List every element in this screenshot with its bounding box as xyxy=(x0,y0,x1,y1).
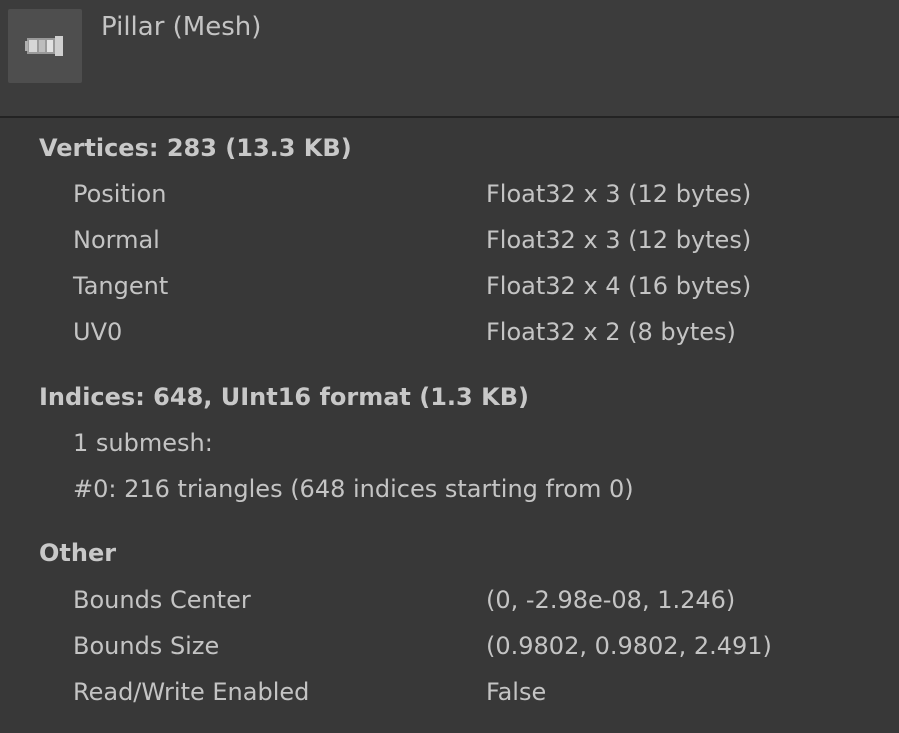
mesh-preview-icon xyxy=(25,36,63,56)
vertex-attr-label-normal: Normal xyxy=(73,226,160,254)
other-label-read-write: Read/Write Enabled xyxy=(73,678,310,706)
asset-title: Pillar (Mesh) xyxy=(101,12,262,42)
vertex-attr-label-uv0: UV0 xyxy=(73,318,123,346)
submesh-count: 1 submesh: xyxy=(73,429,213,457)
other-label-bounds-center: Bounds Center xyxy=(73,586,251,614)
other-section-title: Other xyxy=(39,539,117,567)
vertex-attr-value-position: Float32 x 3 (12 bytes) xyxy=(486,180,752,208)
vertex-attr-label-tangent: Tangent xyxy=(73,272,169,300)
mesh-thumbnail xyxy=(8,9,82,83)
inspector-header: Pillar (Mesh) xyxy=(0,0,899,118)
vertices-section-title: Vertices: 283 (13.3 KB) xyxy=(39,134,352,162)
other-value-read-write: False xyxy=(486,678,547,706)
indices-section-title: Indices: 648, UInt16 format (1.3 KB) xyxy=(39,383,529,411)
submesh-detail: #0: 216 triangles (648 indices starting … xyxy=(73,475,634,503)
other-value-bounds-size: (0.9802, 0.9802, 2.491) xyxy=(486,632,772,660)
other-value-bounds-center: (0, -2.98e-08, 1.246) xyxy=(486,586,736,614)
vertex-attr-value-tangent: Float32 x 4 (16 bytes) xyxy=(486,272,752,300)
other-label-bounds-size: Bounds Size xyxy=(73,632,220,660)
vertex-attr-value-normal: Float32 x 3 (12 bytes) xyxy=(486,226,752,254)
vertex-attr-value-uv0: Float32 x 2 (8 bytes) xyxy=(486,318,736,346)
vertex-attr-label-position: Position xyxy=(73,180,167,208)
